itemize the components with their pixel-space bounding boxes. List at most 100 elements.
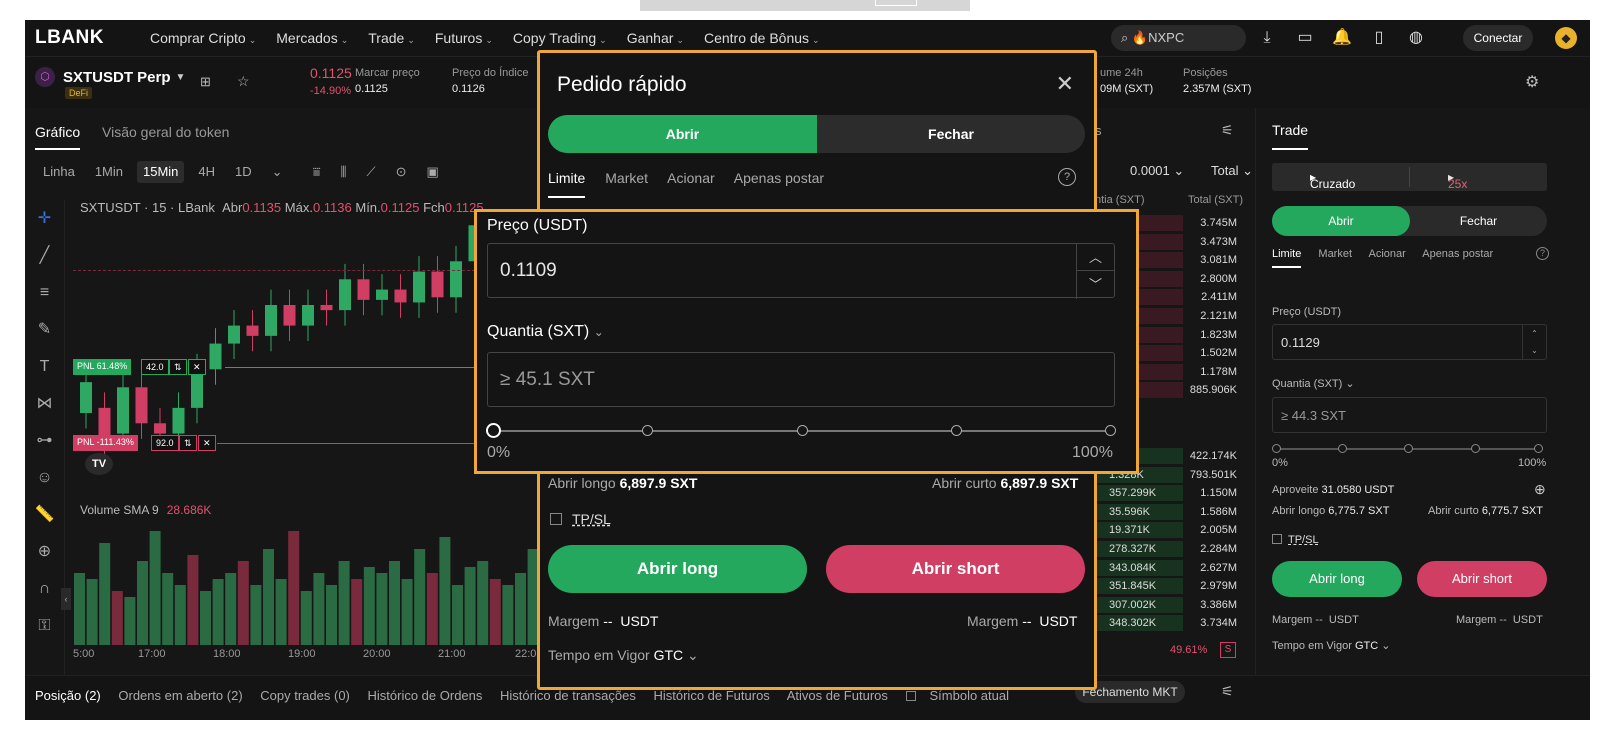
quantity-label[interactable]: Quantia (SXT) ⌄	[487, 323, 604, 341]
chart-settings-icon[interactable]: ⊙	[390, 161, 413, 183]
tab-limite[interactable]: Limite	[548, 170, 586, 198]
close-tab[interactable]: Fechar	[1410, 206, 1547, 236]
chevron-down-icon[interactable]: ⌄	[266, 161, 289, 183]
modal-close-tab[interactable]: Fechar	[817, 115, 1085, 153]
chevron-down-icon[interactable]: ﹀	[1077, 271, 1114, 298]
bid-row[interactable]: 307.002K 3.386M	[1095, 596, 1245, 614]
bid-row[interactable]: 348.302K 3.734M	[1095, 614, 1245, 632]
lock-icon[interactable]: ⚿	[25, 607, 64, 644]
tab-historico-transacoes[interactable]: Histórico de transações	[500, 688, 636, 703]
modal-open-tab[interactable]: Abrir	[548, 115, 817, 153]
close-icon[interactable]: ✕	[1056, 71, 1074, 97]
symbol-selector[interactable]: ⬡ SXTUSDT Perp ▼	[35, 67, 185, 87]
open-short-button[interactable]: Abrir short	[1417, 561, 1547, 597]
reverse-icon[interactable]: ⇅	[179, 435, 197, 451]
nav-trade[interactable]: Trade ⌄	[368, 30, 415, 46]
collapse-arrow-icon[interactable]: ‹	[61, 588, 71, 610]
tab-acionar[interactable]: Acionar	[667, 170, 714, 186]
checkbox-icon[interactable]	[550, 513, 562, 525]
quantity-input[interactable]: ≥ 45.1 SXT	[487, 352, 1115, 407]
bid-row[interactable]: 343.084K 2.627M	[1095, 559, 1245, 577]
slider-stop[interactable]	[797, 425, 808, 436]
tab-ativos-futuros[interactable]: Ativos de Futuros	[787, 688, 888, 703]
checkbox-icon[interactable]	[1272, 534, 1282, 544]
tab-market[interactable]: Market	[1318, 248, 1352, 260]
close-icon[interactable]: ✕	[198, 435, 216, 451]
current-symbol-checkbox[interactable]: Símbolo atual	[905, 688, 1024, 703]
nav-centro-bonus[interactable]: Centro de Bônus ⌄	[704, 30, 820, 46]
nav-comprar-cripto[interactable]: Comprar Cripto ⌄	[150, 30, 256, 46]
tf-15min[interactable]: 15Min	[137, 161, 185, 183]
precision-select[interactable]: 0.0001 ⌄	[1130, 163, 1184, 179]
quantity-slider[interactable]	[1272, 444, 1543, 453]
quantity-slider[interactable]	[486, 423, 1116, 438]
orderbook-settings-icon[interactable]: ⚟	[1221, 122, 1234, 139]
tab-apenas-postar[interactable]: Apenas postar	[1422, 248, 1493, 260]
bid-row[interactable]: 19.371K 2.005M	[1095, 521, 1245, 539]
tab-historico-futuros[interactable]: Histórico de Futuros	[653, 688, 769, 703]
nav-ganhar[interactable]: Ganhar ⌄	[627, 30, 684, 46]
crosshair-icon[interactable]: ✛	[25, 200, 64, 237]
bid-row[interactable]: 351.845K 2.979M	[1095, 577, 1245, 595]
trend-line-icon[interactable]: ╱	[25, 237, 64, 274]
filter-icon[interactable]: ⚟	[1221, 683, 1234, 700]
tab-posicao[interactable]: Posição (2)	[35, 688, 101, 703]
tf-1d[interactable]: 1D	[229, 161, 258, 183]
tab-grafico[interactable]: Gráfico	[35, 124, 81, 150]
bid-row[interactable]: 357.299K 1.150M	[1095, 484, 1245, 502]
tab-acionar[interactable]: Acionar	[1368, 248, 1405, 260]
horizontal-lines-icon[interactable]: ≡	[25, 274, 64, 311]
brush-icon[interactable]: ✎	[25, 311, 64, 348]
bell-icon[interactable]: 🔔	[1332, 28, 1352, 48]
open-tab[interactable]: Abrir	[1272, 206, 1410, 236]
search-input[interactable]: ⌕ 🔥NXPC	[1111, 25, 1246, 51]
text-icon[interactable]: T	[25, 348, 64, 385]
price-input[interactable]: 0.1129 ⌃ ⌄	[1272, 324, 1547, 360]
tab-historico-ordens[interactable]: Histórico de Ordens	[368, 688, 483, 703]
modal-tpsl-checkbox[interactable]: TP/SL	[550, 511, 611, 527]
tf-1min[interactable]: 1Min	[89, 161, 129, 183]
slider-stop[interactable]	[642, 425, 653, 436]
avatar[interactable]: ◆	[1555, 27, 1577, 49]
margin-mode-bar[interactable]: Cruzado ▸ 25x 25x ▸	[1272, 163, 1547, 191]
star-icon[interactable]: ☆	[237, 73, 250, 90]
tab-market[interactable]: Market	[605, 170, 648, 186]
add-funds-icon[interactable]: ⊕	[1534, 481, 1546, 498]
modal-open-long-button[interactable]: Abrir long	[548, 545, 807, 593]
logo[interactable]: LBANK	[35, 27, 150, 49]
nav-mercados[interactable]: Mercados ⌄	[276, 30, 348, 46]
quantity-label[interactable]: Quantia (SXT) ⌄	[1272, 377, 1355, 390]
total-select[interactable]: Total ⌄	[1211, 163, 1253, 179]
open-long-button[interactable]: Abrir long	[1272, 561, 1402, 597]
orders-icon[interactable]: ▯	[1369, 28, 1389, 48]
slider-stop[interactable]	[1272, 444, 1281, 453]
tab-copy-trades[interactable]: Copy trades (0)	[260, 688, 350, 703]
measure-icon[interactable]: ⊶	[25, 422, 64, 459]
nav-copy-trading[interactable]: Copy Trading ⌄	[513, 30, 607, 46]
emoji-icon[interactable]: ☺	[25, 459, 64, 496]
pattern-icon[interactable]: ⋈	[25, 385, 64, 422]
connect-button[interactable]: Conectar	[1463, 25, 1533, 51]
tab-visao-geral[interactable]: Visão geral do token	[102, 124, 229, 140]
book-icon[interactable]: ⊞	[200, 74, 211, 90]
candle-type-icon[interactable]: ⫼	[334, 161, 352, 183]
quantity-input[interactable]: ≥ 44.3 SXT	[1272, 397, 1547, 433]
indicators-icon[interactable]: ⩸	[307, 161, 327, 183]
tab-ordens-aberto[interactable]: Ordens em aberto (2)	[118, 688, 242, 703]
slider-stop[interactable]	[1105, 425, 1116, 436]
bid-row[interactable]: 35.596K 1.586M	[1095, 503, 1245, 521]
tf-4h[interactable]: 4H	[192, 161, 221, 183]
slider-stop[interactable]	[951, 425, 962, 436]
slider-stop[interactable]	[1471, 444, 1480, 453]
modal-open-short-button[interactable]: Abrir short	[826, 545, 1085, 593]
slider-stop[interactable]	[1534, 444, 1543, 453]
tf-linha[interactable]: Linha	[37, 161, 81, 183]
help-icon[interactable]: ?	[1058, 168, 1076, 186]
pnl-long-tag[interactable]: PNL 61.48%	[73, 359, 132, 375]
price-input[interactable]: 0.1109 ︿ ﹀	[487, 243, 1115, 299]
tpsl-checkbox[interactable]: TP/SL	[1272, 534, 1319, 546]
tab-limite[interactable]: Limite	[1272, 248, 1302, 268]
chevron-up-icon[interactable]: ︿	[1077, 244, 1114, 271]
time-in-force[interactable]: Tempo em Vigor GTC ⌄	[1272, 639, 1390, 652]
camera-icon[interactable]: ▣	[420, 161, 444, 183]
